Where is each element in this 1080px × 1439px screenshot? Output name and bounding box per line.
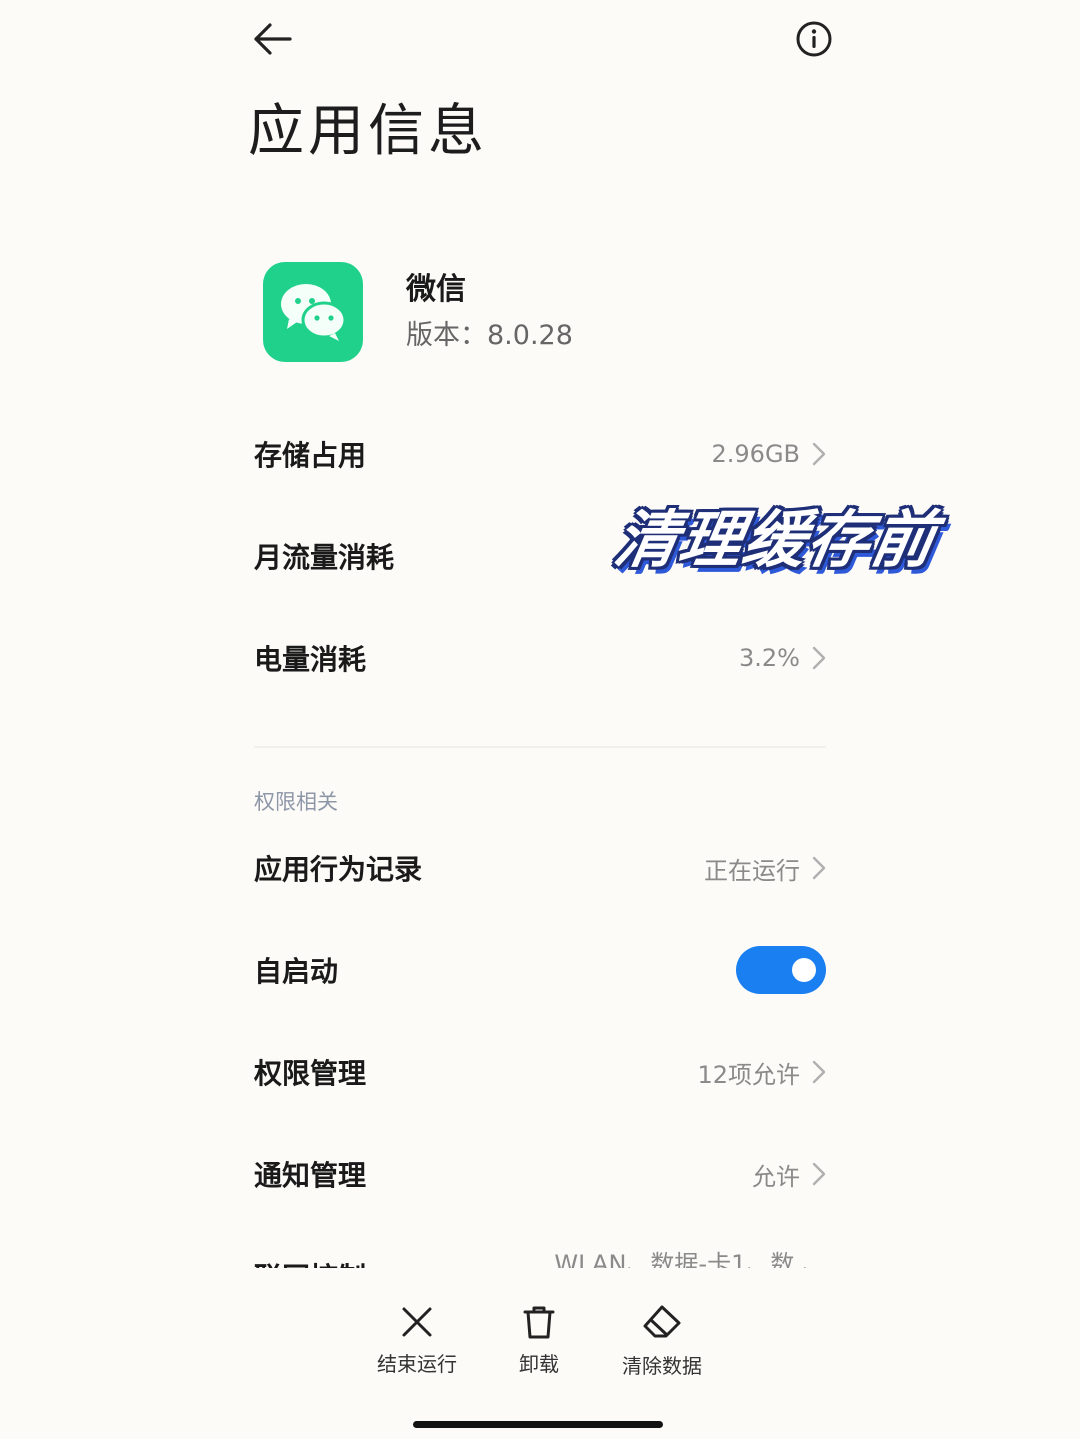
behavior-record-value: 正在运行 xyxy=(704,856,800,885)
storage-label: 存储占用 xyxy=(254,439,367,472)
section-divider xyxy=(254,746,826,748)
storage-value: 2.96GB xyxy=(711,440,801,468)
battery-row[interactable]: 电量消耗 3.2% xyxy=(254,628,826,688)
info-circle-icon xyxy=(796,21,832,57)
close-icon xyxy=(402,1307,432,1337)
permission-manage-label: 权限管理 xyxy=(254,1057,367,1090)
notification-manage-value: 允许 xyxy=(752,1162,800,1191)
home-indicator[interactable] xyxy=(413,1421,663,1428)
notification-manage-row[interactable]: 通知管理 允许 xyxy=(254,1144,826,1204)
trash-icon xyxy=(523,1306,555,1339)
network-control-label: 联网控制 xyxy=(254,1256,366,1268)
data-usage-label: 月流量消耗 xyxy=(254,541,395,574)
chevron-right-icon xyxy=(812,1060,826,1084)
app-name: 微信 xyxy=(406,272,466,307)
uninstall-button[interactable]: 卸载 xyxy=(479,1304,599,1377)
clear-data-label: 清除数据 xyxy=(622,1354,702,1378)
storage-row[interactable]: 存储占用 2.96GB xyxy=(254,424,826,484)
behavior-record-row[interactable]: 应用行为记录 正在运行 xyxy=(254,838,826,898)
notification-manage-label: 通知管理 xyxy=(254,1159,367,1192)
page-title: 应用信息 xyxy=(248,99,488,164)
back-button[interactable] xyxy=(246,16,298,62)
permission-manage-row[interactable]: 权限管理 12项允许 xyxy=(254,1042,826,1102)
wechat-icon xyxy=(281,284,347,341)
network-control-value: WLAN、数据-卡1、数 、 xyxy=(554,1250,826,1268)
uninstall-label: 卸载 xyxy=(519,1352,559,1376)
eraser-icon xyxy=(643,1305,681,1338)
sticker-text: 清理缓存前 xyxy=(609,503,943,576)
section-title: 权限相关 xyxy=(254,790,338,814)
info-button[interactable] xyxy=(792,16,836,62)
clear-data-button[interactable]: 清除数据 xyxy=(602,1304,722,1379)
chevron-right-icon xyxy=(812,1162,826,1186)
network-control-row[interactable]: 联网控制 WLAN、数据-卡1、数 、 xyxy=(254,1240,826,1268)
autostart-row: 自启动 xyxy=(254,940,826,1000)
force-stop-label: 结束运行 xyxy=(377,1352,457,1376)
force-stop-button[interactable]: 结束运行 xyxy=(357,1304,477,1377)
sticker-overlay: 清理缓存前 xyxy=(604,488,950,580)
battery-label: 电量消耗 xyxy=(254,643,367,676)
chevron-right-icon xyxy=(812,646,826,670)
autostart-label: 自启动 xyxy=(254,955,339,988)
app-icon xyxy=(263,262,363,362)
app-version: 版本：8.0.28 xyxy=(406,320,573,351)
chevron-right-icon xyxy=(812,856,826,880)
permission-manage-value: 12项允许 xyxy=(697,1060,800,1089)
arrow-left-icon xyxy=(254,23,292,55)
autostart-toggle[interactable] xyxy=(736,946,826,994)
chevron-right-icon xyxy=(812,442,826,466)
toggle-knob xyxy=(792,958,816,982)
behavior-record-label: 应用行为记录 xyxy=(254,853,423,886)
battery-value: 3.2% xyxy=(739,644,800,672)
